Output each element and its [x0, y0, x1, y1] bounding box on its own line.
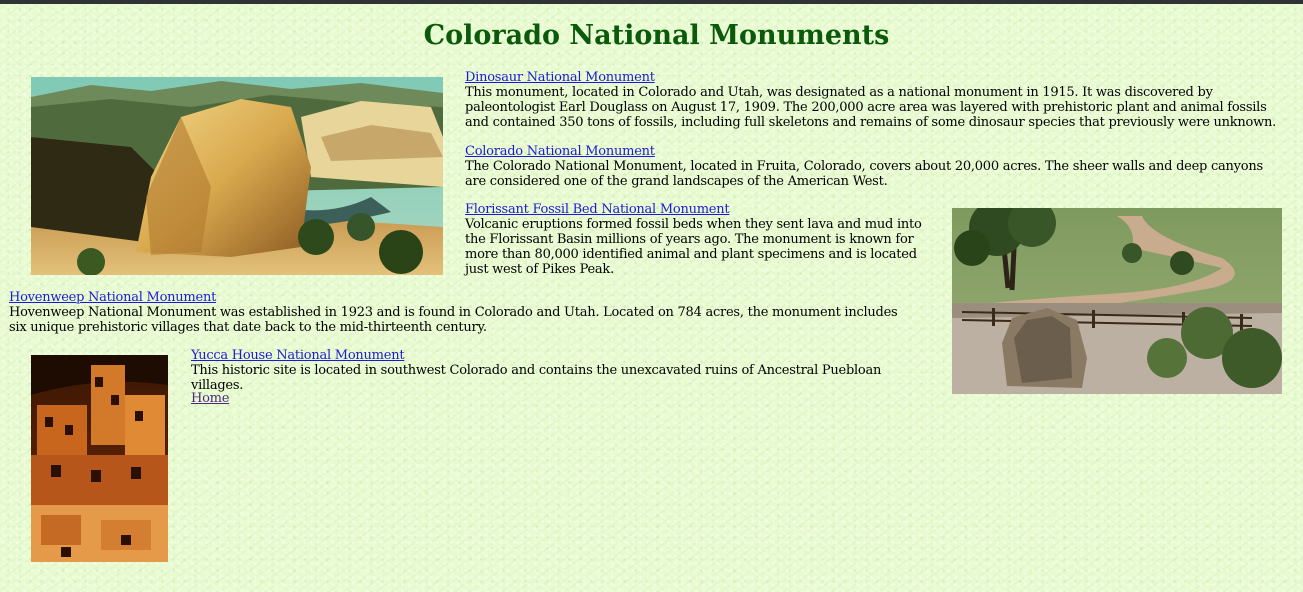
florissant-monument-photo — [952, 208, 1282, 394]
florissant-monument-link[interactable]: Florissant Fossil Bed National Monument — [465, 202, 930, 217]
dinosaur-monument-description: This monument, located in Colorado and U… — [465, 85, 1276, 130]
hovenweep-monument-description: Hovenweep National Monument was establis… — [9, 305, 898, 335]
yucca-house-monument-photo — [31, 355, 168, 562]
yucca-house-monument-description: This historic site is located in southwe… — [191, 363, 882, 393]
florissant-monument-description: Volcanic eruptions formed fossil beds wh… — [465, 217, 922, 277]
hovenweep-monument-link[interactable]: Hovenweep National Monument — [9, 290, 909, 305]
yucca-house-monument-link[interactable]: Yucca House National Monument — [191, 348, 911, 363]
colorado-monument-link[interactable]: Colorado National Monument — [465, 144, 1285, 159]
dinosaur-monument-link[interactable]: Dinosaur National Monument — [465, 70, 1285, 85]
home-link[interactable]: Home — [191, 391, 229, 406]
page-title: Colorado National Monuments — [423, 20, 890, 51]
colorado-monument-description: The Colorado National Monument, located … — [465, 159, 1263, 189]
browser-top-bar — [0, 0, 1303, 4]
dinosaur-monument-photo — [31, 77, 443, 275]
